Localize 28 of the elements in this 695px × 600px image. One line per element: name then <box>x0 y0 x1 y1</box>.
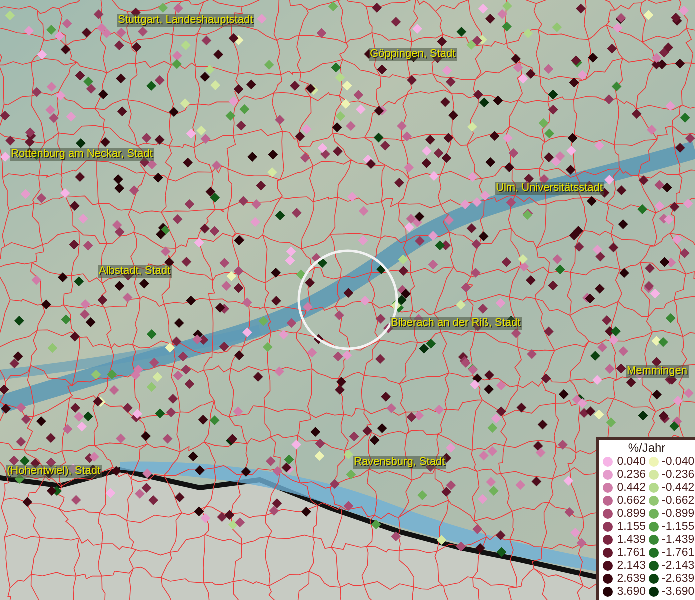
place-label: Stuttgart, Landeshauptstadt <box>117 14 254 27</box>
legend-value: 1.439 <box>616 534 646 546</box>
legend-value: -1.761 <box>662 546 695 558</box>
legend-value: -1.439 <box>662 534 695 546</box>
place-label: Ulm, Universitätsstadt <box>495 182 604 195</box>
legend-value: 0.236 <box>616 468 646 480</box>
place-label: Memmingen <box>626 365 689 378</box>
legend-value: -0.662 <box>662 494 695 506</box>
legend-value: -1.155 <box>662 520 695 532</box>
place-label: Albstadt, Stadt <box>98 265 172 278</box>
legend-value: -0.442 <box>662 482 695 494</box>
legend-value: 1.155 <box>616 520 646 532</box>
legend-value: 2.639 <box>616 572 646 584</box>
legend-value: 0.442 <box>616 482 646 494</box>
legend-value: -0.899 <box>662 508 695 520</box>
legend-value: 0.662 <box>616 494 646 506</box>
legend-value: 0.899 <box>616 508 646 520</box>
legend-value: 0.040 <box>616 456 646 468</box>
legend-value: -0.236 <box>662 468 695 480</box>
legend-value: 1.761 <box>616 546 646 558</box>
place-label: Ravensburg, Stadt <box>353 456 446 469</box>
legend-title: %/Jahr <box>627 441 667 455</box>
legend-value: -0.040 <box>662 456 695 468</box>
legend-value: 2.143 <box>616 560 646 572</box>
legend-value: 3.690 <box>616 586 646 598</box>
legend-value: -3.690 <box>662 586 695 598</box>
legend-value: -2.143 <box>662 560 695 572</box>
legend-value: -2.639 <box>662 572 695 584</box>
